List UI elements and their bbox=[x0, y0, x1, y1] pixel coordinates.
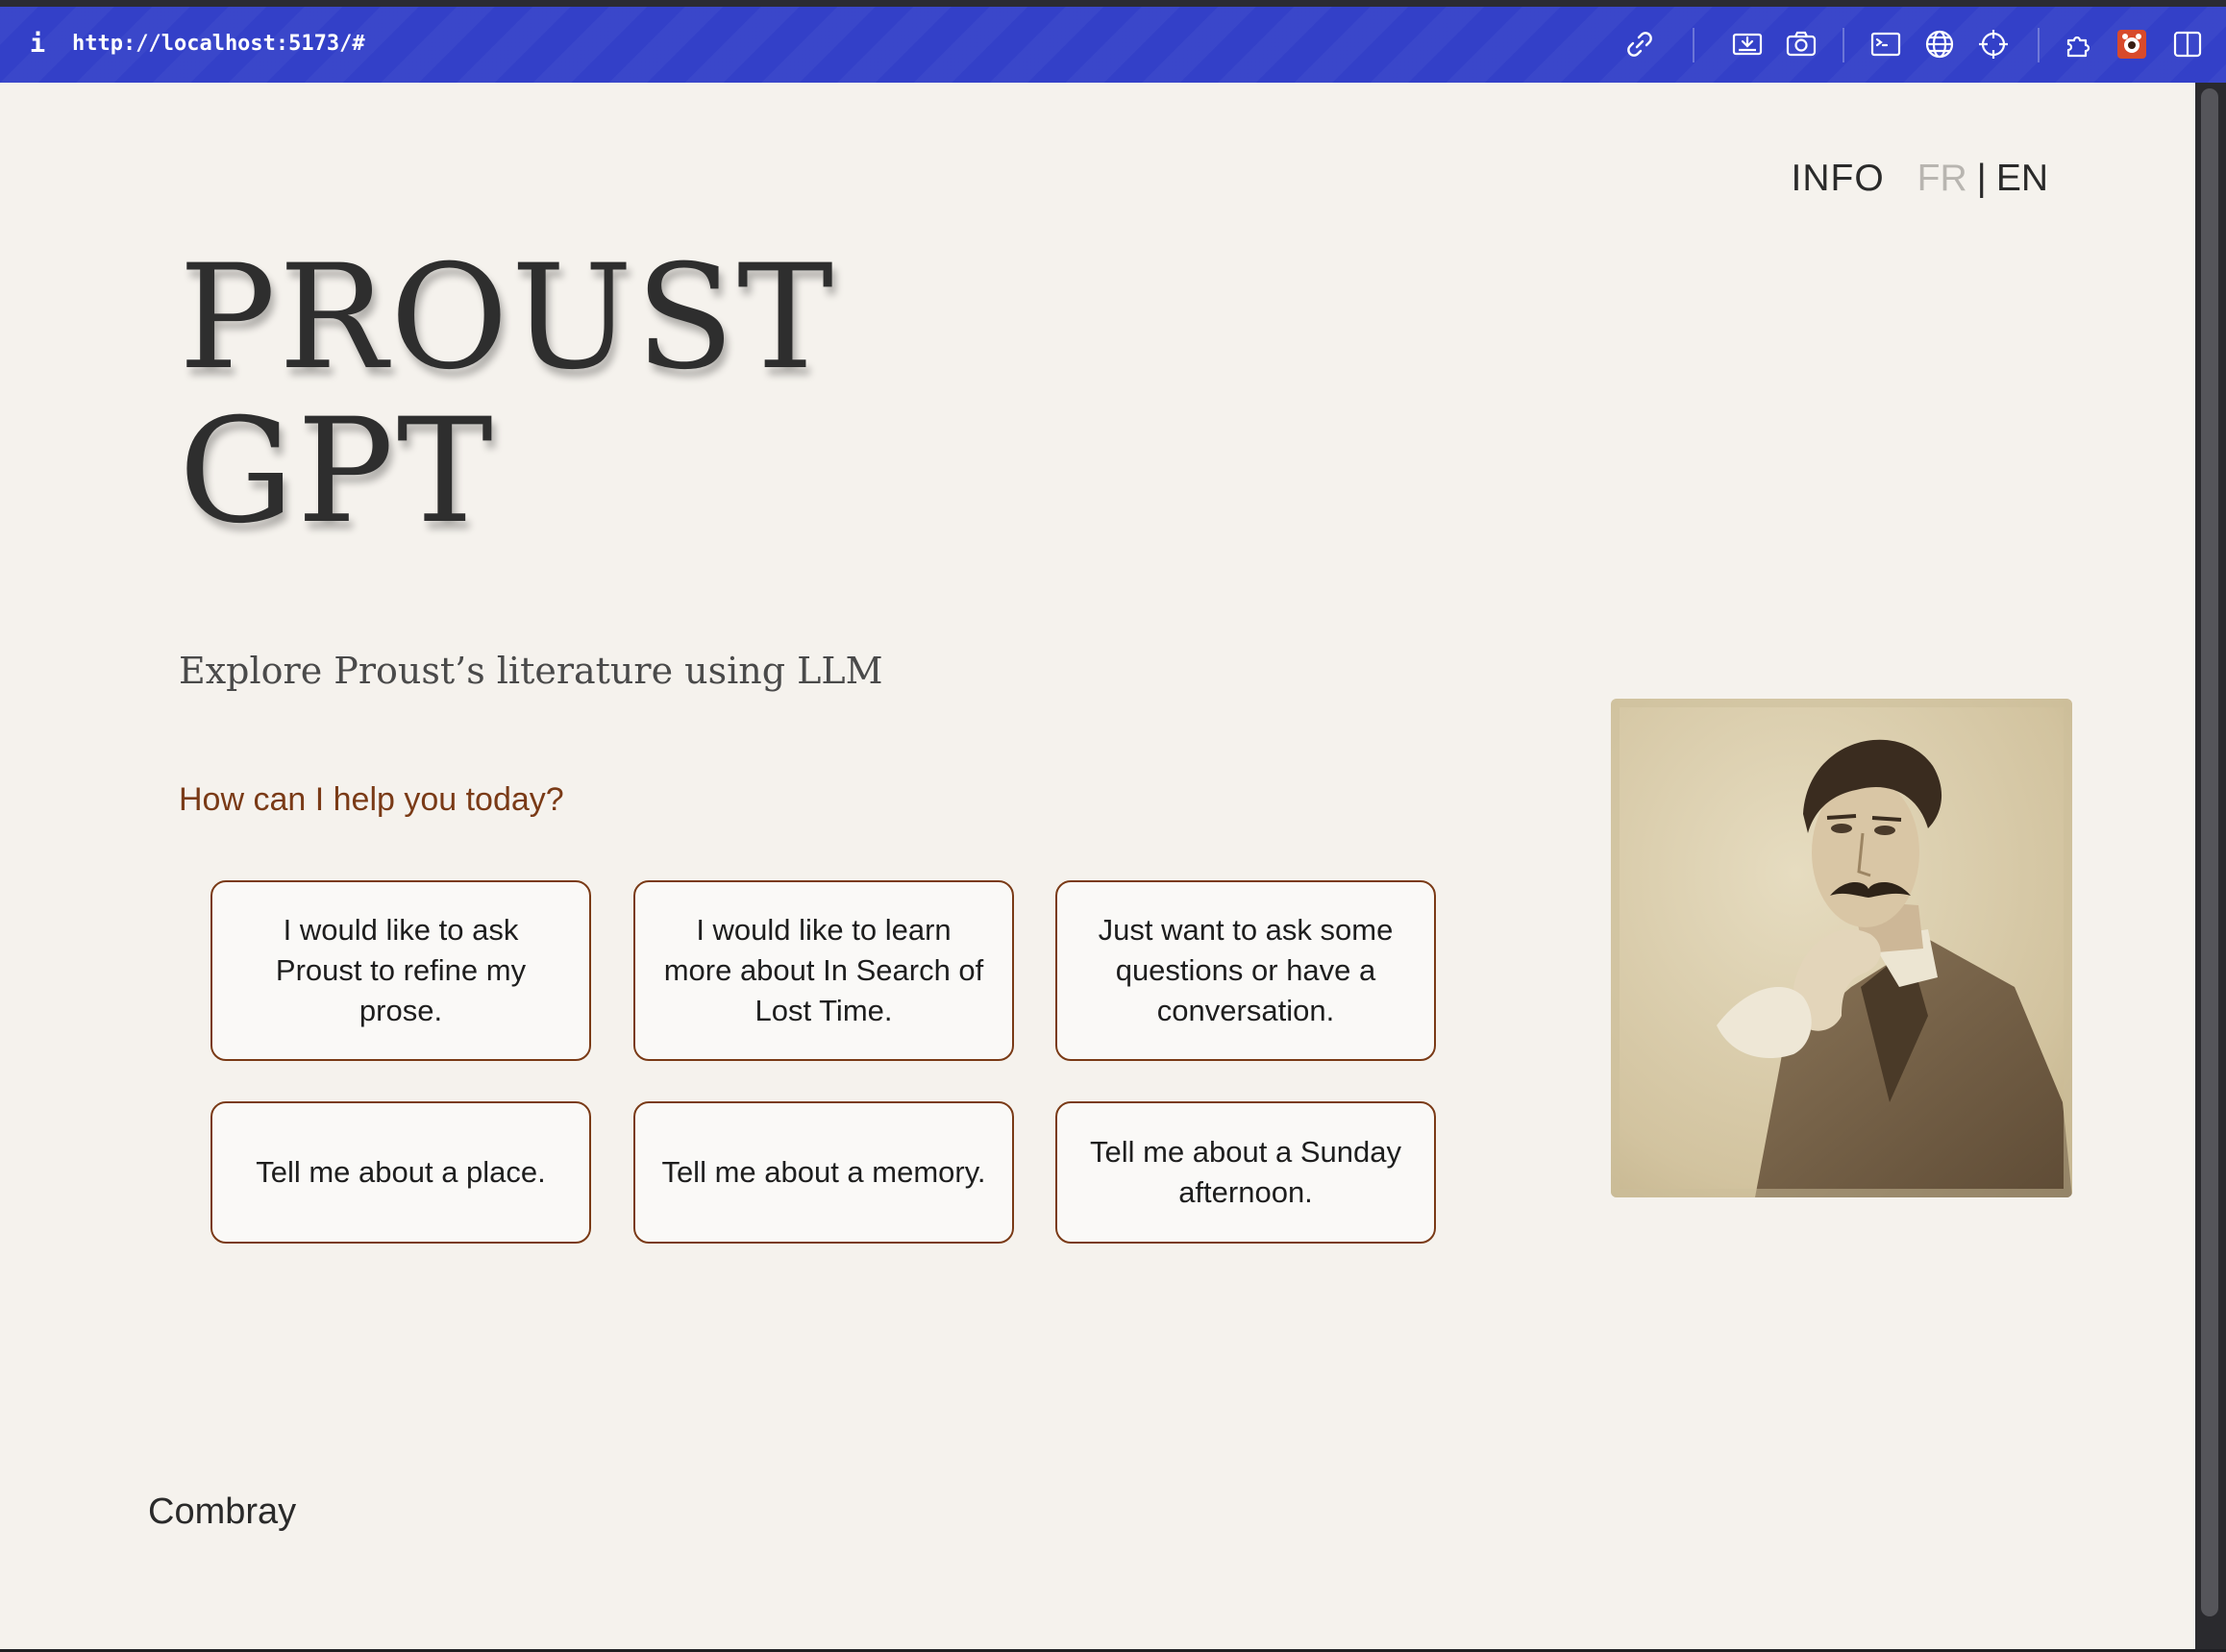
globe-icon[interactable] bbox=[1922, 27, 1957, 62]
footer-label: Combray bbox=[148, 1492, 297, 1532]
site-info-icon[interactable]: i bbox=[25, 30, 50, 59]
lang-en-link[interactable]: EN bbox=[1996, 158, 2048, 200]
lang-fr-link[interactable]: FR bbox=[1917, 158, 1967, 200]
proust-portrait bbox=[1611, 699, 2072, 1197]
top-nav: INFO FR | EN bbox=[1792, 158, 2049, 200]
info-link[interactable]: INFO bbox=[1792, 158, 1885, 200]
crosshair-icon[interactable] bbox=[1976, 27, 2011, 62]
screenshot-icon[interactable] bbox=[1730, 27, 1765, 62]
page-title: PROUST GPT bbox=[179, 241, 836, 549]
suggestion-conversation[interactable]: Just want to ask some questions or have … bbox=[1055, 880, 1436, 1061]
suggestion-refine-prose[interactable]: I would like to ask Proust to refine my … bbox=[210, 880, 591, 1061]
suggestion-sunday-afternoon[interactable]: Tell me about a Sunday afternoon. bbox=[1055, 1101, 1436, 1244]
title-line-2: GPT bbox=[179, 388, 496, 555]
suggestion-place[interactable]: Tell me about a place. bbox=[210, 1101, 591, 1244]
help-prompt: How can I help you today? bbox=[179, 781, 564, 818]
suggestion-learn-lost-time[interactable]: I would like to learn more about In Sear… bbox=[633, 880, 1014, 1061]
browser-toolbar: i http://localhost:5173/# bbox=[0, 7, 2226, 83]
page-content: INFO FR | EN PROUST GPT Explore Proust’s… bbox=[0, 83, 2195, 1649]
toolbar-separator bbox=[1843, 28, 1844, 62]
camera-icon[interactable] bbox=[1784, 27, 1818, 62]
title-line-1: PROUST bbox=[179, 234, 837, 402]
extensions-icon[interactable] bbox=[2063, 27, 2097, 62]
toolbar-separator bbox=[1693, 28, 1694, 62]
toolbar-separator bbox=[2038, 28, 2040, 62]
suggestion-memory[interactable]: Tell me about a memory. bbox=[633, 1101, 1014, 1244]
window-top-edge bbox=[0, 0, 2226, 7]
lang-separator: | bbox=[1976, 158, 1987, 199]
terminal-icon[interactable] bbox=[1868, 27, 1903, 62]
extension-badge-icon[interactable] bbox=[2115, 27, 2149, 62]
link-icon[interactable] bbox=[1622, 27, 1657, 62]
address-bar[interactable]: http://localhost:5173/# bbox=[72, 30, 365, 59]
scrollbar[interactable] bbox=[2195, 83, 2226, 1649]
page-subtitle: Explore Proust’s literature using LLM bbox=[179, 650, 883, 692]
sidebar-icon[interactable] bbox=[2170, 27, 2205, 62]
scrollbar-thumb[interactable] bbox=[2201, 88, 2218, 1616]
